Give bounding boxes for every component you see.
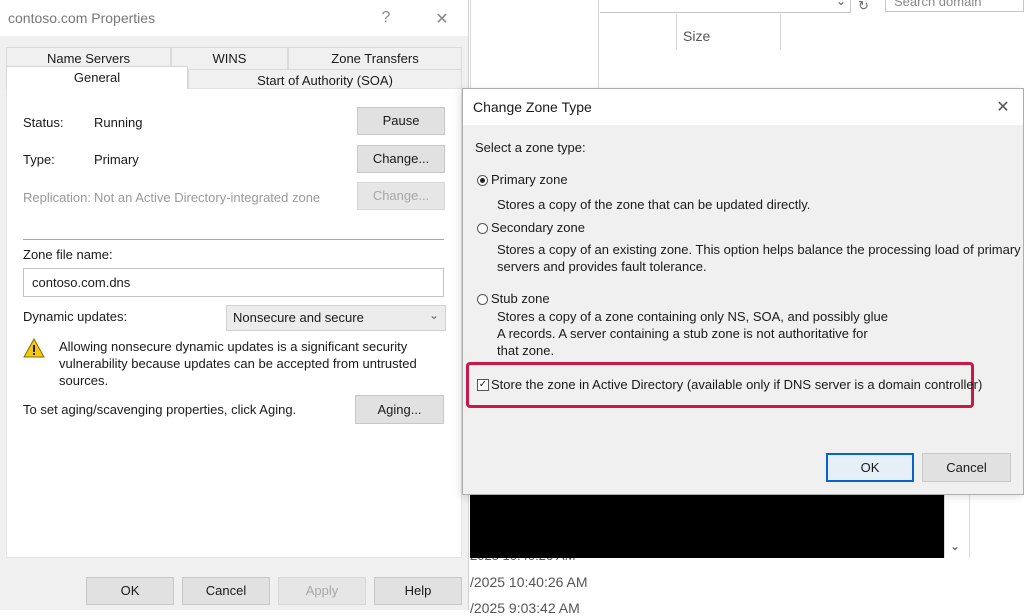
primary-zone-radio[interactable] xyxy=(477,175,488,186)
warning-icon xyxy=(23,337,45,358)
zone-type-prompt: Select a zone type: xyxy=(475,140,586,155)
dynamic-updates-value: Nonsecure and secure xyxy=(233,310,364,325)
aging-text: To set aging/scavenging properties, clic… xyxy=(23,402,297,417)
title-bar: contoso.com Properties ? ✕ xyxy=(0,0,468,36)
replication-value: Not an Active Directory-integrated zone xyxy=(94,190,321,205)
store-in-ad-checkbox[interactable]: ✓ xyxy=(477,379,489,391)
ok-button[interactable]: OK xyxy=(826,453,914,482)
size-column-header[interactable]: Size xyxy=(683,28,710,44)
column-divider xyxy=(780,14,781,50)
scrollbar[interactable]: ⌄ xyxy=(944,495,970,558)
status-label: Status: xyxy=(23,115,64,130)
stub-zone-description: that zone. xyxy=(497,343,555,358)
replication-label: Replication: xyxy=(23,190,91,205)
stub-zone-radio[interactable] xyxy=(477,294,488,305)
tab-zone-transfers[interactable]: Zone Transfers xyxy=(288,47,462,69)
primary-zone-label[interactable]: Primary zone xyxy=(491,172,568,187)
change-replication-button[interactable]: Change... xyxy=(357,182,445,210)
pause-button[interactable]: Pause xyxy=(357,107,445,135)
cancel-button[interactable]: Cancel xyxy=(182,577,270,605)
type-value: Primary xyxy=(94,152,139,167)
chevron-down-icon[interactable]: ⌄ xyxy=(950,539,960,553)
column-divider xyxy=(676,14,677,50)
dialog-title: Change Zone Type xyxy=(473,99,592,115)
general-tab-panel: Status: Running Pause Type: Primary Chan… xyxy=(6,88,462,558)
stub-zone-label[interactable]: Stub zone xyxy=(491,291,550,306)
redacted-area xyxy=(470,495,944,558)
secondary-zone-description: Stores a copy of an existing zone. This … xyxy=(497,242,1021,257)
cancel-button[interactable]: Cancel xyxy=(922,453,1011,482)
change-type-button[interactable]: Change... xyxy=(357,145,445,173)
change-zone-type-dialog: Change Zone Type ✕ Select a zone type: P… xyxy=(462,88,1024,495)
stub-zone-description: A records. A server containing a stub zo… xyxy=(497,326,868,341)
dialog-title: contoso.com Properties xyxy=(8,10,156,26)
chevron-down-icon: ⌄ xyxy=(428,308,439,322)
primary-zone-description: Stores a copy of the zone that can be up… xyxy=(497,197,811,212)
ok-button[interactable]: OK xyxy=(86,577,174,605)
secondary-zone-label[interactable]: Secondary zone xyxy=(491,220,585,235)
secondary-zone-description: servers and provides fault tolerance. xyxy=(497,259,707,274)
close-icon[interactable]: ✕ xyxy=(991,97,1015,117)
section-separator xyxy=(23,239,444,240)
store-in-ad-label[interactable]: Store the zone in Active Directory (avai… xyxy=(491,377,982,392)
aging-button[interactable]: Aging... xyxy=(355,395,444,424)
timestamp: /2025 10:40:26 AM xyxy=(470,574,588,590)
security-warning-text: Allowing nonsecure dynamic updates is a … xyxy=(59,339,417,388)
view-dropdown[interactable]: ⌄ xyxy=(600,0,851,13)
type-label: Type: xyxy=(23,152,55,167)
dynamic-updates-select[interactable]: Nonsecure and secure ⌄ xyxy=(226,305,446,331)
chevron-down-icon: ⌄ xyxy=(835,0,846,8)
help-icon[interactable]: ? xyxy=(376,9,396,27)
search-placeholder: Search domain xyxy=(894,0,982,9)
zone-file-label: Zone file name: xyxy=(23,247,113,262)
close-icon[interactable]: ✕ xyxy=(430,9,454,29)
timestamp: /2025 9:03:42 AM xyxy=(470,600,580,616)
stub-zone-description: Stores a copy of a zone containing only … xyxy=(497,309,888,324)
tab-general[interactable]: General xyxy=(6,66,188,89)
status-value: Running xyxy=(94,115,143,130)
properties-dialog: contoso.com Properties ? ✕ Name Servers … xyxy=(0,0,469,610)
search-input[interactable]: Search domain xyxy=(885,0,1024,12)
dynamic-updates-label: Dynamic updates: xyxy=(23,309,128,324)
help-button[interactable]: Help xyxy=(374,577,462,605)
divider xyxy=(598,0,599,88)
title-bar: Change Zone Type ✕ xyxy=(463,89,1023,125)
refresh-icon[interactable]: ↻ xyxy=(858,0,874,13)
zone-file-input[interactable]: contoso.com.dns xyxy=(23,268,444,297)
apply-button[interactable]: Apply xyxy=(278,577,366,605)
tab-wins[interactable]: WINS xyxy=(171,47,288,69)
secondary-zone-radio[interactable] xyxy=(477,223,488,234)
